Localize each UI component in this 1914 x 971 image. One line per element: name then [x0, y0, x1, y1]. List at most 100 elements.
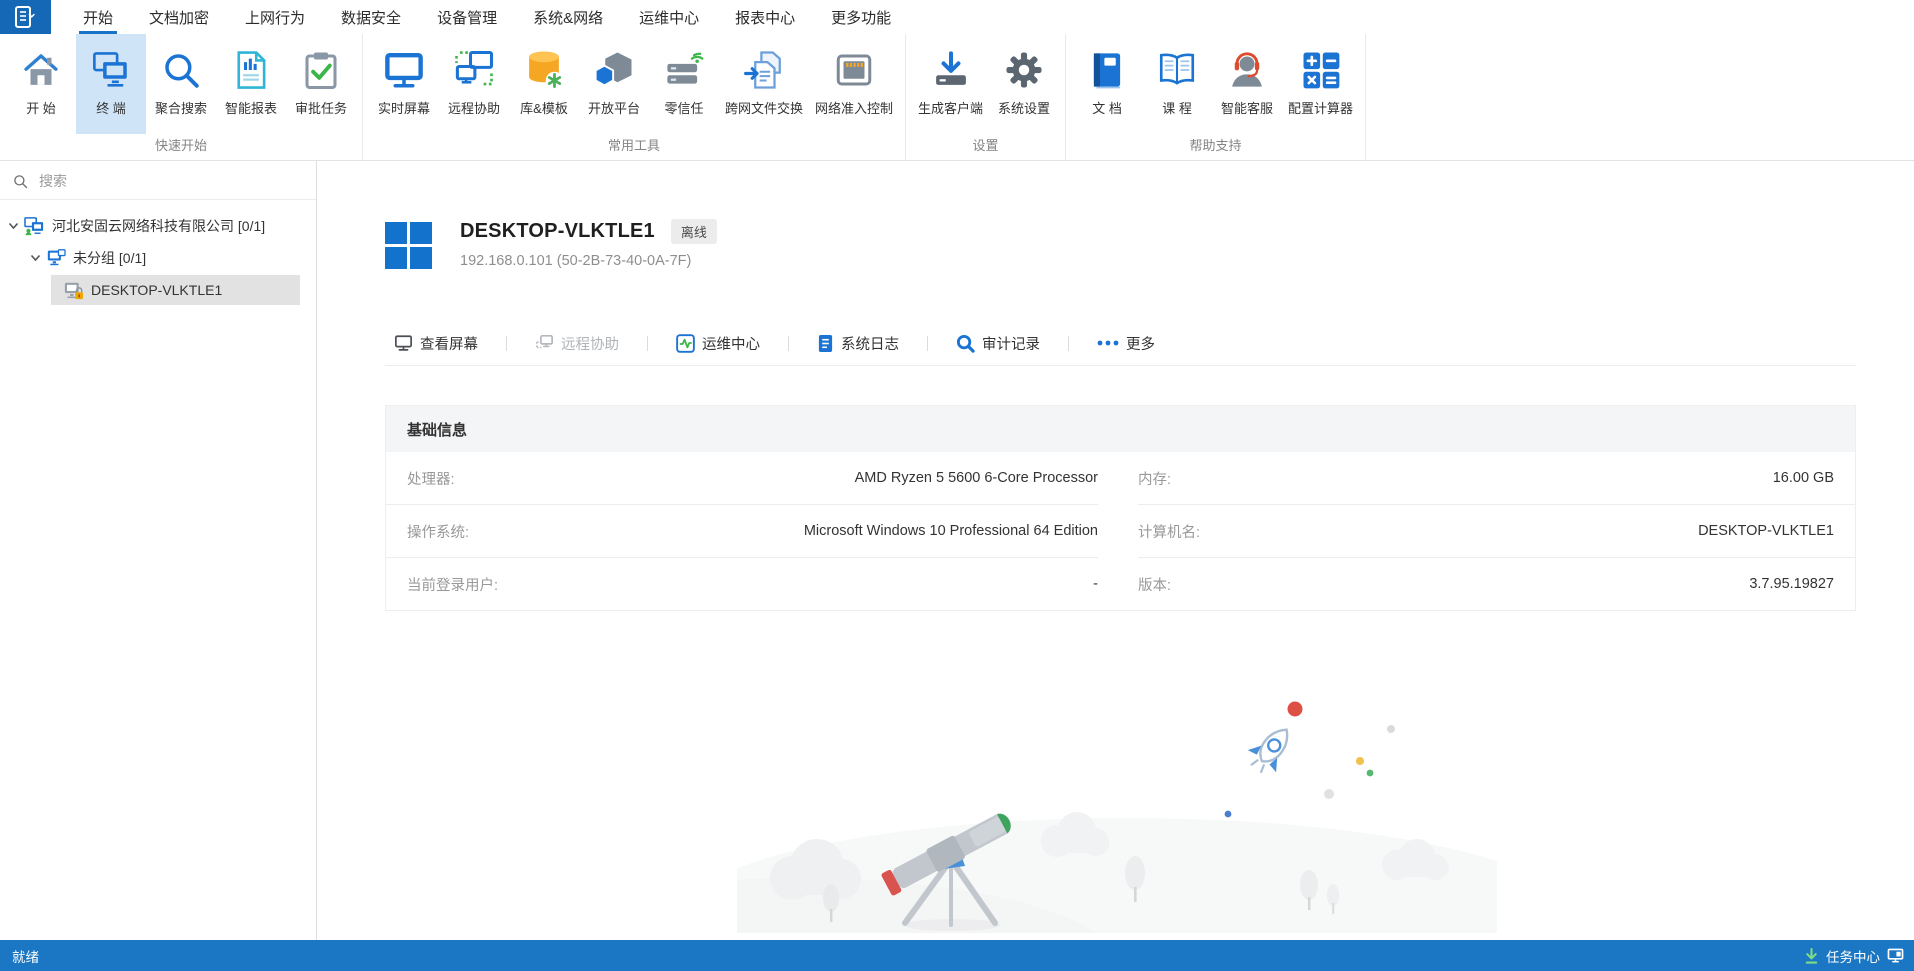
- download-arrow-icon: [1805, 947, 1818, 964]
- divider: [1068, 335, 1069, 351]
- ribbon-item-course[interactable]: 课 程: [1142, 34, 1212, 134]
- tree-node-device-selected[interactable]: DESKTOP-VLKTLE1: [51, 275, 300, 305]
- ribbon-group-label: 设置: [972, 138, 999, 153]
- ribbon-item-label: 网络准入控制: [815, 101, 894, 116]
- group-icon: [47, 249, 66, 266]
- device-ip-mac: 192.168.0.101 (50-2B-73-40-0A-7F): [460, 253, 692, 269]
- ribbon-item-label: 文 档: [1092, 101, 1122, 116]
- ribbon-item-generate-client[interactable]: 生成客户端: [912, 34, 989, 134]
- more-actions-button[interactable]: 更多: [1097, 333, 1155, 354]
- ribbon-item-label: 跨网文件交换: [725, 101, 804, 116]
- ribbon-item-label: 聚合搜索: [154, 101, 207, 116]
- taskbar-monitor-icon[interactable]: [1887, 948, 1904, 963]
- device-action-bar: 查看屏幕 远程协助 运维中心 系统日志 审计记录 更多: [385, 321, 1856, 366]
- tree-node-label: DESKTOP-VLKTLE1: [91, 282, 223, 298]
- action-label: 审计记录: [982, 336, 1040, 353]
- ribbon-group-quick-start: 开 始 终 端 聚合搜索 智能报表 审批任务 快速开始: [0, 34, 363, 160]
- ribbon-item-document[interactable]: 文 档: [1072, 34, 1142, 134]
- menu-tab-label: 报表中心: [735, 9, 796, 27]
- ribbon-item-smart-service[interactable]: 智能客服: [1212, 34, 1282, 134]
- ribbon-item-network-access-control[interactable]: 网络准入控制: [809, 34, 899, 134]
- ribbon-item-label: 智能客服: [1221, 101, 1274, 116]
- action-label: 更多: [1126, 336, 1155, 353]
- tree-node-company[interactable]: 河北安固云网络科技有限公司 [0/1]: [0, 210, 316, 242]
- info-cell-current-user: 当前登录用户: -: [386, 558, 1098, 610]
- info-cell-version: 版本: 3.7.95.19827: [1138, 558, 1855, 610]
- action-label: 查看屏幕: [420, 336, 478, 353]
- menu-tab-doc-encryption[interactable]: 文档加密: [131, 0, 227, 34]
- menu-tab-home[interactable]: 开始: [65, 0, 131, 34]
- settings-gear-icon: [1001, 47, 1047, 93]
- remote-assist-button[interactable]: 远程协助: [535, 333, 619, 354]
- ribbon-item-label: 开 始: [26, 101, 56, 116]
- system-log-button[interactable]: 系统日志: [817, 333, 899, 354]
- report-icon: [228, 47, 274, 93]
- ribbon-group-common-tools: 实时屏幕 远程协助 库&模板 开放平台 零信任 跨网文件交换 网络准入控制 常用…: [363, 34, 907, 160]
- view-screen-button[interactable]: 查看屏幕: [394, 333, 478, 354]
- ribbon-item-label: 实时屏幕: [377, 101, 430, 116]
- menu-tab-label: 设备管理: [437, 9, 498, 27]
- search-icon: [158, 47, 204, 93]
- app-menu-button[interactable]: [0, 0, 51, 34]
- ribbon-item-cross-network-file-exchange[interactable]: 跨网文件交换: [719, 34, 809, 134]
- info-value: -: [1093, 576, 1098, 592]
- ops-center-button[interactable]: 运维中心: [676, 333, 760, 354]
- remote-assist-icon: [536, 334, 554, 349]
- ribbon-item-terminal[interactable]: 终 端: [76, 34, 146, 134]
- remote-assist-icon: [451, 47, 497, 93]
- ribbon-group-label: 快速开始: [154, 138, 207, 153]
- menu-tab-system-network[interactable]: 系统&网络: [515, 0, 621, 34]
- ribbon-item-library-templates[interactable]: 库&模板: [509, 34, 579, 134]
- task-center-button[interactable]: 任务中心: [1826, 946, 1880, 966]
- open-platform-icon: [591, 47, 637, 93]
- info-cell-computer-name: 计算机名: DESKTOP-VLKTLE1: [1138, 505, 1855, 558]
- menu-tab-device-management[interactable]: 设备管理: [419, 0, 515, 34]
- ribbon-item-home[interactable]: 开 始: [6, 34, 76, 134]
- action-label: 运维中心: [702, 336, 760, 353]
- offline-status-badge: 离线: [670, 219, 717, 244]
- ribbon-item-open-platform[interactable]: 开放平台: [579, 34, 649, 134]
- menu-tab-label: 上网行为: [245, 9, 306, 27]
- basic-info-panel: 基础信息 处理器: AMD Ryzen 5 5600 6-Core Proces…: [385, 405, 1856, 611]
- menu-tab-web-behavior[interactable]: 上网行为: [227, 0, 323, 34]
- support-headset-icon: [1224, 47, 1270, 93]
- audit-record-button[interactable]: 审计记录: [956, 333, 1040, 354]
- ribbon-item-label: 终 端: [96, 101, 126, 116]
- action-label: 系统日志: [841, 336, 899, 353]
- ribbon-item-system-settings[interactable]: 系统设置: [989, 34, 1059, 134]
- generate-client-icon: [928, 47, 974, 93]
- menu-tab-label: 文档加密: [149, 9, 210, 27]
- basic-info-title: 基础信息: [386, 406, 1855, 452]
- device-detail-panel: DESKTOP-VLKTLE1 离线 192.168.0.101 (50-2B-…: [317, 161, 1914, 940]
- home-icon: [18, 47, 64, 93]
- ribbon-item-zero-trust[interactable]: 零信任: [649, 34, 719, 134]
- ribbon-toolbar: 开 始 终 端 聚合搜索 智能报表 审批任务 快速开始 实时屏幕 远程协助 库&…: [0, 34, 1914, 161]
- top-menu: 开始 文档加密 上网行为 数据安全 设备管理 系统&网络 运维中心 报表中心 更…: [51, 0, 909, 34]
- status-bar: 就绪 任务中心: [0, 940, 1914, 971]
- menu-tab-label: 数据安全: [341, 9, 402, 27]
- chevron-down-icon: [8, 222, 19, 230]
- ribbon-item-label: 生成客户端: [918, 101, 984, 116]
- menu-tab-ops-center[interactable]: 运维中心: [621, 0, 717, 34]
- ribbon-item-approval-tasks[interactable]: 审批任务: [286, 34, 356, 134]
- ribbon-item-label: 审批任务: [294, 101, 347, 116]
- divider: [506, 335, 507, 351]
- menu-tab-data-security[interactable]: 数据安全: [323, 0, 419, 34]
- tree-node-ungrouped[interactable]: 未分组 [0/1]: [0, 242, 316, 274]
- menu-tab-more-features[interactable]: 更多功能: [813, 0, 909, 34]
- audit-search-icon: [956, 334, 975, 353]
- search-input[interactable]: [37, 172, 303, 190]
- library-icon: [521, 47, 567, 93]
- info-value: 16.00 GB: [1772, 470, 1834, 486]
- info-value: Microsoft Windows 10 Professional 64 Edi…: [803, 523, 1098, 539]
- ribbon-item-aggregate-search[interactable]: 聚合搜索: [146, 34, 216, 134]
- menu-tab-report-center[interactable]: 报表中心: [717, 0, 813, 34]
- info-cell-os: 操作系统: Microsoft Windows 10 Professional …: [386, 505, 1098, 558]
- ribbon-item-remote-assist[interactable]: 远程协助: [439, 34, 509, 134]
- system-log-icon: [818, 334, 833, 352]
- ribbon-group-label: 常用工具: [608, 138, 661, 153]
- ribbon-item-smart-report[interactable]: 智能报表: [216, 34, 286, 134]
- menu-bar: 开始 文档加密 上网行为 数据安全 设备管理 系统&网络 运维中心 报表中心 更…: [0, 0, 1914, 34]
- ribbon-item-config-calculator[interactable]: 配置计算器: [1282, 34, 1359, 134]
- ribbon-item-realtime-screen[interactable]: 实时屏幕: [369, 34, 439, 134]
